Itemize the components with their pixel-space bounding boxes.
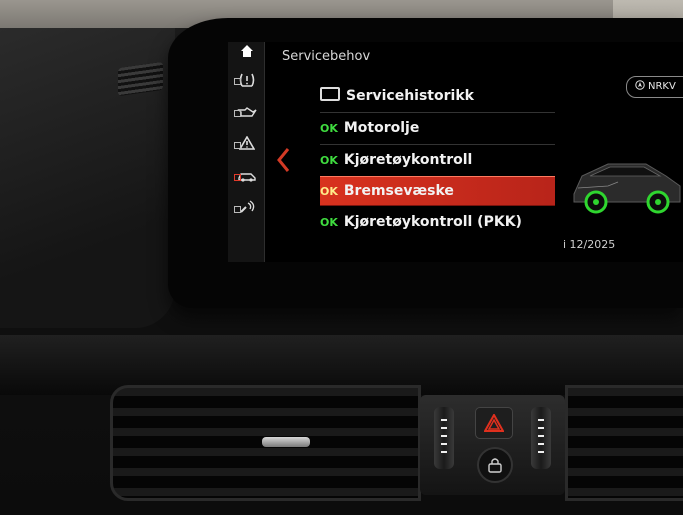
ok-status-badge: OK (320, 122, 338, 135)
page-title: Servicebehov (282, 49, 371, 64)
menu-item-servicehistorikk[interactable]: Servicehistorikk (320, 82, 555, 110)
divider (320, 144, 555, 145)
sidebar-indicator-active (234, 174, 241, 181)
center-air-vent-right[interactable] (565, 385, 683, 501)
central-lock-button[interactable] (477, 447, 513, 483)
ok-status-badge: OK (320, 216, 338, 229)
home-icon[interactable] (234, 44, 260, 66)
car-illustration (568, 142, 683, 222)
navigation-pill-label: NRKV (648, 81, 676, 92)
menu-item-label: Kjøretøykontroll (343, 152, 473, 168)
temperature-wheel-left[interactable] (434, 407, 454, 469)
oil-can-icon[interactable] (234, 104, 260, 126)
hazard-button[interactable] (475, 407, 513, 439)
navigation-arrow-icon (635, 80, 645, 90)
car-connect-icon[interactable] (234, 200, 260, 222)
warning-triangle-icon[interactable] (234, 135, 260, 158)
service-history-icon (320, 87, 340, 101)
ok-status-badge: OK (320, 154, 338, 167)
menu-item-label: Bremsevæske (343, 183, 454, 199)
back-chevron-icon[interactable] (276, 147, 290, 179)
sidebar-indicator (234, 142, 241, 149)
tire-pressure-icon[interactable] (234, 72, 260, 94)
menu-item-bremsevaeske[interactable]: OK Bremsevæske (320, 176, 555, 206)
center-switch-panel (420, 395, 565, 495)
vent-adjust-knob[interactable] (262, 437, 310, 447)
ok-status-badge: OK (320, 185, 338, 198)
menu-item-kjoretoykontroll[interactable]: OK Kjøretøykontroll (320, 146, 555, 174)
menu-item-label: Servicehistorikk (346, 88, 474, 104)
infotainment-screen: Servicebehov Servicehistorikk OK Motorolj… (228, 42, 683, 262)
sidebar-indicator (234, 78, 241, 85)
car-service-icon[interactable] (234, 168, 260, 190)
sidebar (228, 42, 265, 262)
sidebar-indicator (234, 206, 241, 213)
menu-item-label: Motorolje (343, 120, 420, 136)
divider (320, 112, 555, 113)
service-date: i 12/2025 (563, 238, 616, 251)
menu-item-label: Kjøretøykontroll (PKK) (343, 214, 522, 230)
hazard-triangle-icon (484, 414, 504, 432)
menu-item-kjoretoykontroll-pkk[interactable]: OK Kjøretøykontroll (PKK) (320, 208, 555, 236)
sidebar-indicator (234, 110, 241, 117)
menu-item-motorolje[interactable]: OK Motorolje (320, 114, 555, 142)
navigation-pill[interactable]: NRKV (626, 76, 683, 98)
lock-icon (488, 458, 502, 473)
temperature-wheel-right[interactable] (531, 407, 551, 469)
